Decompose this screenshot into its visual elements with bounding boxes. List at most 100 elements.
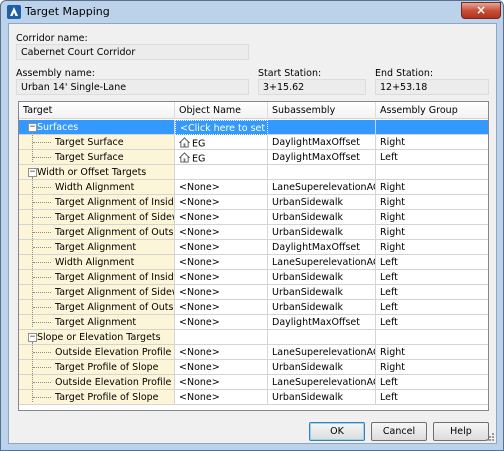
- table-row[interactable]: Target Alignment <None> DaylightMaxOffset R…: [19, 240, 488, 255]
- column-header-subassembly[interactable]: Subassembly: [268, 102, 376, 119]
- table-row[interactable]: Target Surface EG DaylightMaxOffset Left: [19, 150, 488, 165]
- column-header-object-name[interactable]: Object Name: [175, 102, 268, 119]
- target-cell: Slope or Elevation Targets: [19, 330, 175, 345]
- object-name-text: <None>: [179, 182, 220, 193]
- table-row[interactable]: Target Alignment of Inside ...<None>Urba…: [19, 195, 488, 210]
- subassembly-cell: UrbanSidewalk: [268, 300, 376, 315]
- object-name-cell[interactable]: <None>: [175, 285, 268, 300]
- object-name-text: <None>: [179, 287, 220, 298]
- object-name-cell[interactable]: <None>: [175, 390, 268, 405]
- table-row[interactable]: Outside Elevation Profile <None> LaneSuper…: [19, 345, 488, 360]
- table-row[interactable]: Target Surface EG DaylightMaxOffset Right: [19, 135, 488, 150]
- target-cell: Surfaces: [19, 120, 175, 135]
- object-name-text: <None>: [179, 377, 220, 388]
- object-name-cell[interactable]: EG: [175, 135, 268, 150]
- target-mapping-dialog: Target Mapping × Corridor name: Cabernet…: [0, 0, 504, 451]
- grid-header: Target Object Name Subassembly Assembly …: [19, 102, 488, 119]
- table-row[interactable]: Target Alignment of Sidewal...<None>Urba…: [19, 210, 488, 225]
- collapse-icon[interactable]: −: [28, 168, 37, 177]
- column-header-target[interactable]: Target: [19, 102, 175, 119]
- resize-grip-icon[interactable]: [484, 431, 494, 441]
- object-name-cell[interactable]: <None>: [175, 195, 268, 210]
- object-name-cell[interactable]: <None>: [175, 375, 268, 390]
- table-row[interactable]: Target Alignment of Inside ...<None>Urba…: [19, 270, 488, 285]
- assembly-name-label: Assembly name:: [16, 68, 95, 79]
- surface-icon: [178, 152, 191, 164]
- end-station-label: End Station:: [375, 68, 434, 79]
- tree-line: [33, 397, 51, 398]
- assembly-group-cell: [376, 120, 488, 135]
- ok-button[interactable]: OK: [309, 422, 365, 441]
- subassembly-cell: LaneSuperelevationAOR: [268, 255, 376, 270]
- assembly-group-cell: Right: [376, 135, 488, 150]
- table-row[interactable]: Width Alignment <None> LaneSuperelevationA…: [19, 255, 488, 270]
- object-name-cell[interactable]: <None>: [175, 225, 268, 240]
- object-name-cell[interactable]: <None>: [175, 345, 268, 360]
- end-station-field: 12+53.18: [375, 79, 489, 95]
- table-row[interactable]: Width Alignment <None> LaneSuperelevationA…: [19, 180, 488, 195]
- object-name-cell[interactable]: <None>: [175, 240, 268, 255]
- object-name-text: <None>: [179, 212, 220, 223]
- subassembly-cell: DaylightMaxOffset: [268, 150, 376, 165]
- table-row[interactable]: Outside Elevation Profile <None> LaneSuper…: [19, 375, 488, 390]
- collapse-icon[interactable]: −: [28, 333, 37, 342]
- object-name-cell[interactable]: <None>: [175, 210, 268, 225]
- object-name-cell[interactable]: <None>: [175, 360, 268, 375]
- object-name-cell[interactable]: <None>: [175, 315, 268, 330]
- close-icon: ×: [475, 3, 487, 17]
- subassembly-cell: DaylightMaxOffset: [268, 135, 376, 150]
- assembly-group-cell: [376, 165, 488, 180]
- surface-icon: [178, 137, 191, 149]
- tree-line: [32, 177, 33, 327]
- subassembly-cell: UrbanSidewalk: [268, 270, 376, 285]
- close-button[interactable]: ×: [461, 2, 501, 19]
- subassembly-cell: UrbanSidewalk: [268, 360, 376, 375]
- surfaces-group-row[interactable]: Surfaces <Click here to set all>: [19, 120, 488, 135]
- tree-line: [33, 307, 51, 308]
- assembly-group-cell: Left: [376, 270, 488, 285]
- assembly-name-field: Urban 14' Single-Lane: [16, 79, 249, 95]
- assembly-group-cell: Left: [376, 300, 488, 315]
- object-name-cell[interactable]: EG: [175, 150, 268, 165]
- table-row[interactable]: Target Profile of Slope <None> UrbanSidewa…: [19, 390, 488, 405]
- assembly-group-cell: Left: [376, 315, 488, 330]
- assembly-group-cell: Left: [376, 390, 488, 405]
- object-name-text: <None>: [179, 317, 220, 328]
- assembly-group-cell: Right: [376, 225, 488, 240]
- column-header-assembly-group[interactable]: Assembly Group: [376, 102, 488, 119]
- object-name-text: <Click here to set all>: [180, 123, 267, 134]
- tree-line: [33, 292, 51, 293]
- object-name-text: EG: [192, 138, 206, 150]
- subassembly-cell: UrbanSidewalk: [268, 195, 376, 210]
- subassembly-cell: [268, 165, 376, 180]
- width-offset-group-row[interactable]: Width or Offset Targets: [19, 165, 488, 180]
- object-name-text: <None>: [179, 197, 220, 208]
- dialog-body: Corridor name: Cabernet Court Corridor A…: [8, 23, 497, 444]
- object-name-cell[interactable]: <None>: [175, 270, 268, 285]
- cancel-button[interactable]: Cancel: [371, 422, 427, 441]
- table-row[interactable]: Target Alignment <None> DaylightMaxOffset L…: [19, 315, 488, 330]
- object-name-cell[interactable]: <None>: [175, 300, 268, 315]
- tree-line: [33, 262, 51, 263]
- corridor-name-label: Corridor name:: [16, 33, 88, 44]
- object-name-cell[interactable]: <None>: [175, 255, 268, 270]
- target-mapping-grid[interactable]: Target Object Name Subassembly Assembly …: [18, 101, 489, 411]
- tree-line: [33, 382, 51, 383]
- table-row[interactable]: Target Alignment of Sidewal...<None>Urba…: [19, 285, 488, 300]
- subassembly-cell: UrbanSidewalk: [268, 390, 376, 405]
- object-name-text: <None>: [179, 302, 220, 313]
- collapse-icon[interactable]: −: [28, 123, 37, 132]
- slope-elevation-group-row[interactable]: Slope or Elevation Targets: [19, 330, 488, 345]
- help-button[interactable]: Help: [433, 422, 489, 441]
- object-name-text: <None>: [179, 347, 220, 358]
- subassembly-cell: [268, 330, 376, 345]
- title-bar[interactable]: Target Mapping ×: [1, 1, 503, 23]
- object-name-cell[interactable]: <None>: [175, 180, 268, 195]
- assembly-group-cell: Right: [376, 345, 488, 360]
- table-row[interactable]: Target Alignment of Outsid...<None>Urban…: [19, 300, 488, 315]
- table-row[interactable]: Target Profile of Slope <None> UrbanSidewa…: [19, 360, 488, 375]
- table-row[interactable]: Target Alignment of Outsid...<None>Urban…: [19, 225, 488, 240]
- object-name-cell[interactable]: <Click here to set all>: [175, 120, 268, 135]
- corridor-name-field: Cabernet Court Corridor: [16, 44, 249, 60]
- assembly-group-cell: Right: [376, 240, 488, 255]
